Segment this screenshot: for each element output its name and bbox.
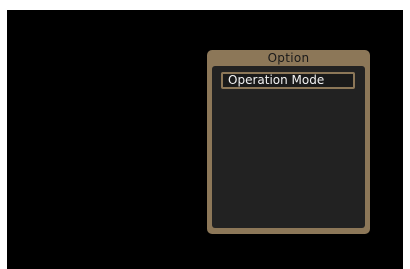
option-menu-panel: Option Operation Mode: [207, 50, 370, 234]
menu-item-operation-mode[interactable]: Operation Mode: [221, 72, 355, 89]
option-menu-list: Operation Mode: [212, 66, 365, 228]
page: Option Operation Mode: [0, 0, 410, 269]
option-menu-title: Option: [267, 51, 310, 65]
tv-screen: Option Operation Mode: [7, 10, 403, 269]
